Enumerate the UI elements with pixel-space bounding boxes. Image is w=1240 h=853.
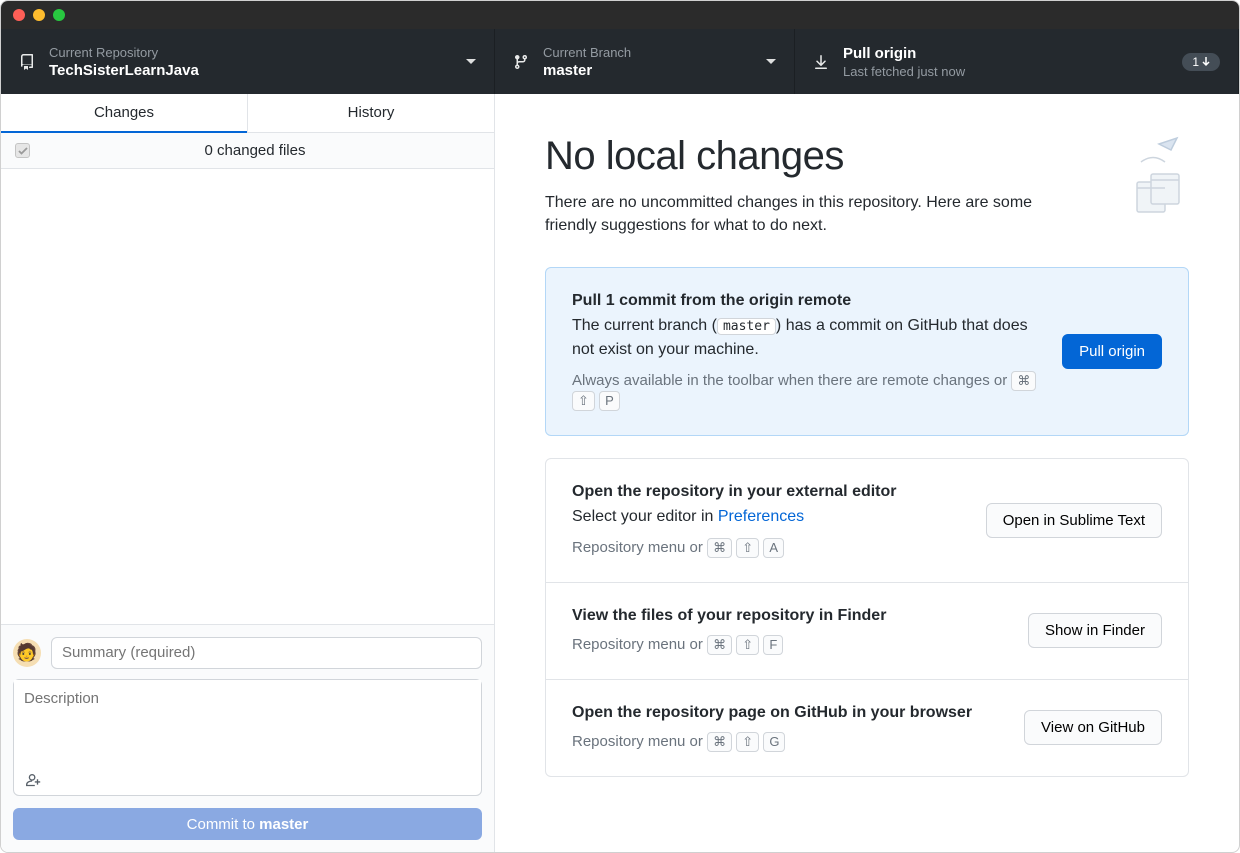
check-icon [18,147,28,155]
pull-badge-count: 1 [1192,55,1199,69]
commit-button[interactable]: Commit to master [13,808,482,840]
person-plus-icon [24,773,42,789]
arrow-down-icon [1202,57,1210,67]
window-minimize-button[interactable] [33,9,45,21]
titlebar [1,1,1239,29]
open-editor-button[interactable]: Open in Sublime Text [986,503,1162,538]
preferences-link[interactable]: Preferences [718,508,804,525]
commit-button-branch: master [259,816,308,833]
finder-card-hint: Repository menu or ⌘ ⇧ F [572,635,1008,655]
branch-selector[interactable]: Current Branch master [495,29,795,94]
pull-card-title: Pull 1 commit from the origin remote [572,292,1042,310]
editor-card-desc: Select your editor in Preferences [572,505,966,528]
github-card-hint: Repository menu or ⌘ ⇧ G [572,732,1004,752]
show-finder-button[interactable]: Show in Finder [1028,613,1162,648]
pull-card-desc: The current branch (master) has a commit… [572,314,1042,360]
repo-label: Current Repository [49,45,456,60]
summary-input[interactable] [51,637,482,669]
chevron-down-icon [466,59,476,65]
repo-icon [19,54,35,70]
changed-files-list [1,169,494,624]
branch-value: master [543,62,756,79]
repo-selector[interactable]: Current Repository TechSisterLearnJava [1,29,495,94]
avatar: 🧑 [13,639,41,667]
tab-history[interactable]: History [247,94,494,133]
branch-label: Current Branch [543,45,756,60]
pull-label: Pull origin [843,45,1182,62]
select-all-checkbox[interactable] [15,143,30,158]
editor-card-title: Open the repository in your external edi… [572,483,966,501]
commit-panel: 🧑 Commit to master [1,624,494,852]
hero-title: No local changes [545,134,1065,179]
window-maximize-button[interactable] [53,9,65,21]
pull-card-hint: Always available in the toolbar when the… [572,371,1042,411]
branch-icon [513,54,529,70]
repo-value: TechSisterLearnJava [49,62,456,79]
download-icon [813,54,829,70]
content: No local changes There are no uncommitte… [495,94,1239,852]
description-input[interactable] [14,680,481,766]
finder-card: View the files of your repository in Fin… [546,582,1188,679]
add-coauthor-button[interactable] [24,772,42,788]
editor-card-hint: Repository menu or ⌘ ⇧ A [572,538,966,558]
pull-origin-button[interactable]: Pull origin [1062,334,1162,369]
view-github-button[interactable]: View on GitHub [1024,710,1162,745]
changed-files-count: 0 changed files [30,142,480,159]
editor-card: Open the repository in your external edi… [546,459,1188,582]
pull-card: Pull 1 commit from the origin remote The… [545,267,1189,435]
hero-illustration [1099,134,1189,237]
github-card: Open the repository page on GitHub in yo… [546,679,1188,776]
github-card-title: Open the repository page on GitHub in yo… [572,704,1004,722]
pull-badge: 1 [1182,53,1220,71]
changes-header: 0 changed files [1,133,494,169]
window-close-button[interactable] [13,9,25,21]
pull-sub: Last fetched just now [843,64,1182,79]
finder-card-title: View the files of your repository in Fin… [572,607,1008,625]
chevron-down-icon [766,59,776,65]
sidebar: Changes History 0 changed files 🧑 [1,94,495,852]
tab-changes[interactable]: Changes [1,94,247,133]
toolbar: Current Repository TechSisterLearnJava C… [1,29,1239,94]
commit-button-prefix: Commit to [187,816,260,833]
hero-subtitle: There are no uncommitted changes in this… [545,191,1065,237]
pull-button[interactable]: Pull origin Last fetched just now 1 [795,29,1239,94]
